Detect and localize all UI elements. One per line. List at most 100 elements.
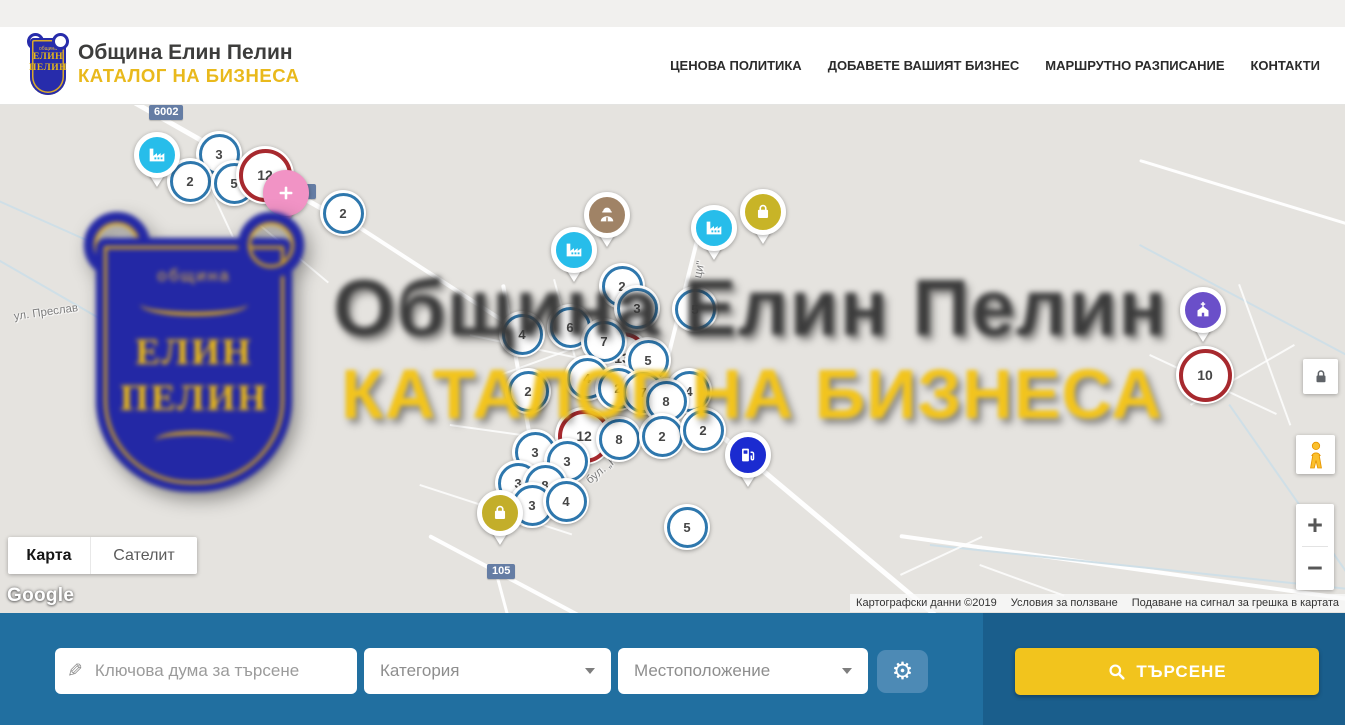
street-view-pegman[interactable]: [1296, 435, 1335, 474]
site-subtitle: КАТАЛОГ НА БИЗНЕСА: [78, 65, 299, 87]
cluster-marker[interactable]: 3: [614, 285, 660, 331]
map-type-map-button[interactable]: Карта: [8, 537, 90, 574]
nav-item-3[interactable]: КОНТАКТИ: [1251, 58, 1321, 73]
watermark-crest-name1: ЕЛИН: [135, 330, 252, 376]
main-nav: ЦЕНОВА ПОЛИТИКА ДОБАВЕТЕ ВАШИЯТ БИЗНЕС МАР…: [670, 27, 1320, 104]
report-map-error-link[interactable]: Подаване на сигнал за грешка в картата: [1132, 597, 1339, 609]
zoom-out-button[interactable]: −: [1296, 547, 1334, 589]
search-button-label: ТЪРСЕНЕ: [1136, 662, 1226, 682]
watermark-crest: община ЕЛИН ПЕЛИН: [86, 214, 302, 496]
bag-pin[interactable]: [740, 189, 786, 235]
cluster-marker[interactable]: 2: [320, 190, 366, 236]
lock-icon: [1312, 367, 1330, 387]
factory-pin[interactable]: [691, 205, 737, 251]
cluster-count: 2: [339, 206, 346, 221]
cluster-count: 5: [644, 353, 651, 368]
stream-line: [1139, 244, 1345, 368]
cluster-count: 5: [691, 302, 698, 317]
nav-item-2[interactable]: МАРШРУТНО РАЗПИСАНИЕ: [1045, 58, 1224, 73]
fuel-icon: [725, 432, 771, 478]
cluster-count: 7: [600, 334, 607, 349]
location-select[interactable]: Местоположение: [618, 648, 868, 694]
chevron-down-icon: [585, 668, 595, 674]
plus-icon: [263, 170, 309, 216]
bag-pin[interactable]: [477, 490, 523, 536]
cluster-count: 4: [562, 494, 569, 509]
cluster-marker[interactable]: 2: [505, 368, 551, 414]
municipality-crest-icon: община ЕЛИН ПЕЛИН: [28, 33, 68, 95]
search-button[interactable]: ТЪРСЕНЕ: [1015, 648, 1319, 695]
gear-icon: ⚙: [892, 657, 914, 686]
category-select-value: Категория: [380, 661, 459, 681]
advanced-search-button[interactable]: ⚙: [877, 650, 928, 693]
nav-item-1[interactable]: ДОБАВЕТЕ ВАШИЯТ БИЗНЕС: [828, 58, 1020, 73]
cluster-marker[interactable]: 5: [672, 286, 718, 332]
logo-text: Община Елин Пелин КАТАЛОГ НА БИЗНЕСА: [78, 41, 299, 87]
chevron-down-icon: [842, 668, 852, 674]
church-pin[interactable]: [1180, 287, 1226, 333]
cluster-marker[interactable]: 4: [543, 478, 589, 524]
cluster-marker[interactable]: 8: [596, 416, 642, 462]
site-title: Община Елин Пелин: [78, 41, 299, 65]
site-header: община ЕЛИН ПЕЛИН Община Елин Пелин КАТА…: [0, 27, 1345, 105]
search-icon: [1107, 662, 1126, 681]
page: община ЕЛИН ПЕЛИН Община Елин Пелин КАТА…: [0, 0, 1345, 725]
cluster-count: 8: [662, 394, 669, 409]
fuel-pin[interactable]: [725, 432, 771, 478]
google-logo[interactable]: Google: [7, 585, 74, 607]
cluster-count: 5: [683, 520, 690, 535]
factory-icon: [691, 205, 737, 251]
map-type-switch: Карта Сателит: [8, 537, 197, 574]
cluster-marker[interactable]: 2: [639, 413, 685, 459]
street-name-label: ци": [692, 260, 707, 279]
zoom-in-button[interactable]: +: [1296, 504, 1334, 546]
factory-pin[interactable]: [134, 132, 180, 178]
location-select-value: Местоположение: [634, 661, 770, 681]
cluster-count: 3: [563, 454, 570, 469]
search-bar: ✎ Категория Местоположение ⚙ ТЪРСЕНЕ: [0, 613, 1345, 725]
bag-icon: [740, 189, 786, 235]
map-type-satellite-button[interactable]: Сателит: [90, 537, 197, 574]
watermark-title: Община Елин Пелин: [333, 262, 1168, 354]
nav-item-0[interactable]: ЦЕНОВА ПОЛИТИКА: [670, 58, 802, 73]
cluster-marker[interactable]: 5: [664, 504, 710, 550]
road-line: [259, 224, 329, 283]
watermark-crest-name2: ПЕЛИН: [120, 376, 268, 422]
pegman-icon: [1303, 440, 1329, 470]
keyword-field: ✎: [55, 648, 357, 694]
fullscreen-lock-button[interactable]: [1303, 359, 1338, 394]
cluster-count: 6: [566, 320, 573, 335]
road-line: [979, 564, 1064, 597]
cluster-count: 3: [633, 301, 640, 316]
map-attribution: Картографски данни ©2019 Условия за полз…: [850, 594, 1345, 612]
site-logo[interactable]: община ЕЛИН ПЕЛИН Община Елин Пелин КАТА…: [28, 33, 299, 95]
cluster-count: 2: [658, 429, 665, 444]
cluster-count: 10: [1197, 367, 1213, 383]
stream-line: [0, 254, 258, 410]
cluster-marker[interactable]: 4: [499, 311, 545, 357]
cluster-marker[interactable]: 10: [1176, 346, 1234, 404]
category-select[interactable]: Категория: [364, 648, 611, 694]
road-line: [1238, 284, 1291, 426]
cluster-count: 2: [524, 384, 531, 399]
road-line: [1139, 159, 1345, 226]
road-number-label: 105: [487, 564, 515, 579]
cluster-count: 8: [615, 432, 622, 447]
pencil-icon: ✎: [67, 660, 83, 683]
cluster-marker[interactable]: 2: [680, 407, 726, 453]
keyword-input[interactable]: [93, 660, 345, 682]
cluster-count: 4: [518, 327, 525, 342]
factory-icon: [134, 132, 180, 178]
map-canvas[interactable]: 32512213235647542748212822333834510 общи…: [0, 104, 1345, 613]
watermark-subtitle: КАТАЛОГ НА БИЗНЕСА: [341, 354, 1163, 434]
cluster-count: 2: [186, 174, 193, 189]
crest-name-line1: ЕЛИН: [33, 52, 63, 63]
cluster-count: 3: [528, 498, 535, 513]
factory-pin[interactable]: [551, 227, 597, 273]
crest-name-line2: ПЕЛИН: [29, 63, 67, 74]
cluster-count: 4: [583, 371, 590, 386]
terms-of-use-link[interactable]: Условия за ползване: [1011, 597, 1118, 609]
cluster-count: 2: [699, 423, 706, 438]
plus-pin[interactable]: [263, 170, 309, 216]
zoom-control: + −: [1296, 504, 1334, 590]
